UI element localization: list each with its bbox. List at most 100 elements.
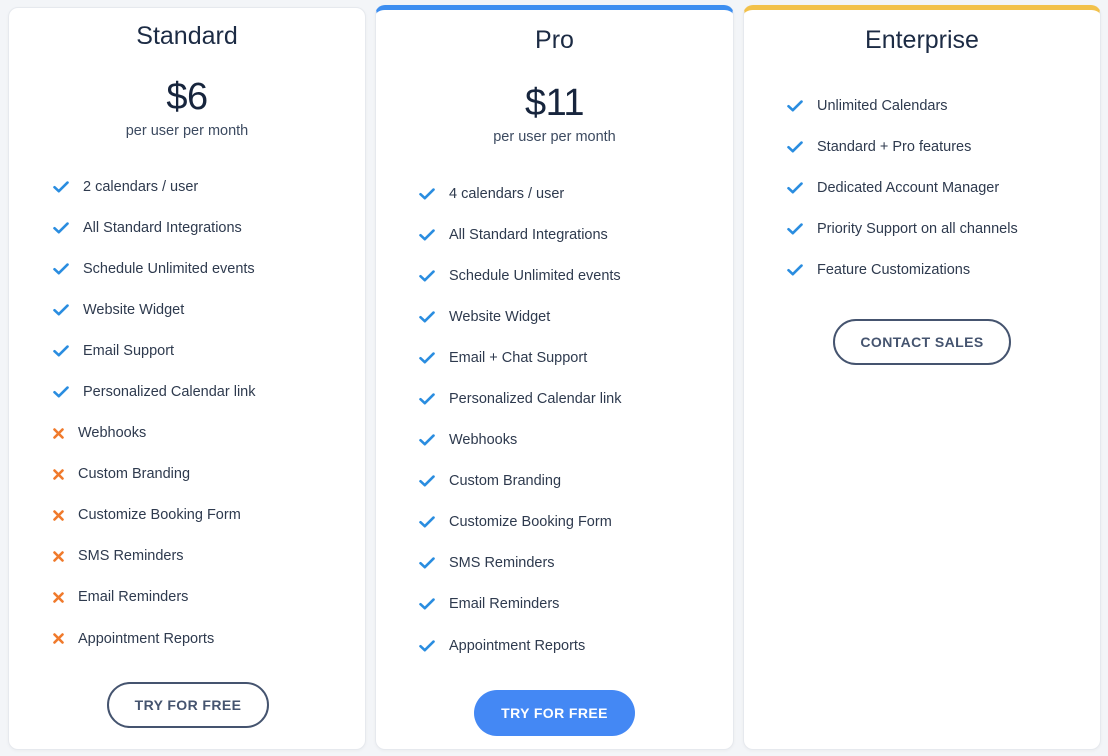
feature-list: Unlimited Calendars Standard + Pro featur…: [787, 85, 1018, 290]
feature-item: Personalized Calendar link: [53, 371, 256, 412]
feature-label: SMS Reminders: [78, 548, 184, 565]
cross-icon: [53, 509, 78, 521]
plan-price: $6: [166, 76, 208, 118]
check-icon: [419, 187, 449, 200]
check-icon: [787, 264, 817, 276]
check-icon: [53, 304, 83, 316]
feature-label: Custom Branding: [78, 466, 191, 483]
feature-item: Unlimited Calendars: [787, 85, 1018, 126]
feature-item: Dedicated Account Manager: [787, 167, 1018, 208]
feature-label: 2 calendars / user: [83, 178, 199, 195]
feature-label: Webhooks: [449, 432, 518, 449]
check-icon: [419, 311, 449, 323]
check-icon: [787, 223, 817, 235]
check-icon: [53, 221, 83, 234]
feature-item: 4 calendars / user: [419, 173, 622, 214]
plan-card-enterprise: Enterprise Unlimited Calendars Standard +…: [743, 5, 1101, 750]
feature-label: All Standard Integrations: [449, 226, 608, 243]
feature-label: SMS Reminders: [449, 555, 555, 572]
feature-item: Website Widget: [53, 289, 256, 330]
feature-label: Webhooks: [78, 425, 147, 442]
feature-label: Schedule Unlimited events: [83, 260, 255, 277]
feature-label: 4 calendars / user: [449, 185, 565, 202]
feature-item: 2 calendars / user: [53, 166, 256, 207]
feature-label: Appointment Reports: [78, 630, 215, 647]
feature-item: Email Reminders: [419, 584, 622, 625]
feature-label: Email + Chat Support: [449, 349, 588, 366]
check-icon: [53, 386, 83, 398]
feature-label: Priority Support on all channels: [817, 220, 1018, 237]
feature-item: Personalized Calendar link: [419, 378, 622, 419]
feature-label: Customize Booking Form: [78, 507, 241, 524]
feature-item: Appointment Reports: [53, 618, 256, 659]
feature-label: Schedule Unlimited events: [449, 267, 621, 284]
feature-item: SMS Reminders: [53, 536, 256, 577]
check-icon: [53, 345, 83, 357]
cross-icon: [53, 551, 78, 562]
feature-label: Feature Customizations: [817, 261, 971, 278]
plan-title: Standard: [136, 22, 238, 50]
cross-icon: [53, 592, 78, 603]
feature-label: Website Widget: [449, 308, 551, 325]
feature-list: 4 calendars / user All Standard Integrati…: [419, 173, 622, 666]
check-icon: [419, 639, 449, 652]
feature-item: All Standard Integrations: [53, 207, 256, 248]
feature-item: Email Support: [53, 330, 256, 371]
check-icon: [419, 434, 449, 446]
try-for-free-button[interactable]: TRY FOR FREE: [474, 690, 635, 736]
feature-label: Appointment Reports: [449, 637, 586, 654]
feature-label: Custom Branding: [449, 473, 562, 490]
check-icon: [787, 140, 817, 153]
feature-item: Website Widget: [419, 296, 622, 337]
plan-period: per user per month: [493, 129, 616, 145]
feature-label: All Standard Integrations: [83, 219, 242, 236]
feature-item: Email + Chat Support: [419, 337, 622, 378]
feature-label: Email Support: [83, 342, 175, 359]
check-icon: [419, 393, 449, 405]
cross-icon: [53, 427, 78, 439]
plan-price: $11: [524, 82, 585, 124]
feature-label: Dedicated Account Manager: [817, 179, 1000, 196]
feature-label: Customize Booking Form: [449, 514, 612, 531]
feature-label: Email Reminders: [449, 596, 560, 613]
check-icon: [419, 516, 449, 528]
feature-item: Webhooks: [419, 420, 622, 461]
feature-item: Schedule Unlimited events: [419, 255, 622, 296]
check-icon: [419, 557, 449, 569]
feature-label: Website Widget: [83, 301, 185, 318]
cross-icon: [53, 468, 78, 480]
check-icon: [787, 182, 817, 194]
check-icon: [419, 270, 449, 282]
feature-label: Personalized Calendar link: [449, 391, 622, 408]
feature-item: Feature Customizations: [787, 249, 1018, 290]
feature-item: Email Reminders: [53, 577, 256, 618]
feature-label: Unlimited Calendars: [817, 97, 948, 114]
feature-item: Customize Booking Form: [419, 502, 622, 543]
feature-item: Priority Support on all channels: [787, 208, 1018, 249]
plan-period: per user per month: [125, 123, 249, 139]
cross-icon: [53, 633, 78, 644]
feature-item: SMS Reminders: [419, 543, 622, 584]
feature-item: Appointment Reports: [419, 625, 622, 666]
check-icon: [53, 180, 83, 193]
feature-item: Custom Branding: [53, 454, 256, 495]
feature-label: Email Reminders: [78, 589, 189, 606]
feature-item: Custom Branding: [419, 461, 622, 502]
feature-item: All Standard Integrations: [419, 214, 622, 255]
feature-item: Standard + Pro features: [787, 126, 1018, 167]
feature-item: Webhooks: [53, 413, 256, 454]
plan-card-standard: Standard $6 per user per month 2 calenda…: [8, 7, 366, 750]
feature-list: 2 calendars / user All Standard Integrati…: [53, 166, 256, 659]
plan-title: Enterprise: [865, 26, 979, 54]
contact-sales-button[interactable]: CONTACT SALES: [833, 319, 1011, 365]
feature-item: Customize Booking Form: [53, 495, 256, 536]
check-icon: [787, 99, 817, 112]
feature-label: Standard + Pro features: [817, 138, 972, 155]
check-icon: [419, 352, 449, 364]
check-icon: [419, 598, 449, 610]
try-for-free-button[interactable]: TRY FOR FREE: [107, 682, 269, 728]
check-icon: [419, 228, 449, 241]
plan-card-pro: Pro $11 per user per month 4 calendars /…: [375, 5, 734, 750]
plan-title: Pro: [535, 26, 574, 54]
feature-label: Personalized Calendar link: [83, 384, 256, 401]
